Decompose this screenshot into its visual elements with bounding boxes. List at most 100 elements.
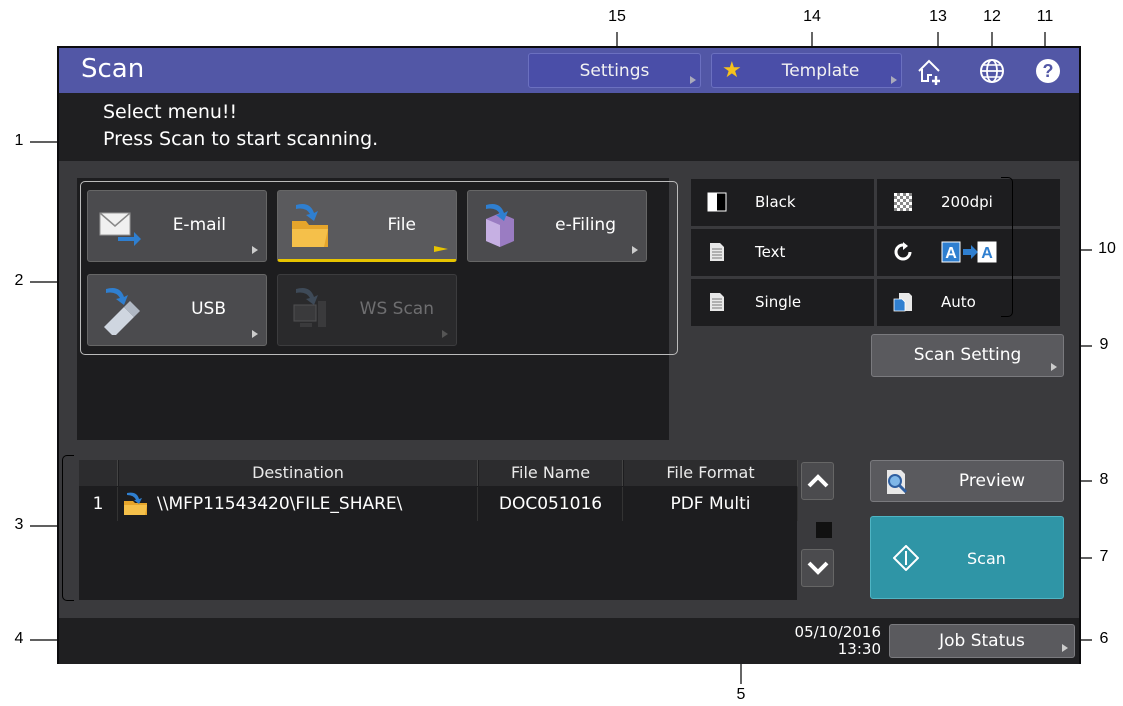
- callout-6: 6: [1099, 630, 1109, 647]
- file-format-value: PDF Multi: [624, 487, 798, 521]
- start-diamond-icon: [893, 545, 919, 571]
- date-time: 05/10/2016 13:30: [795, 624, 881, 658]
- usb-label: USB: [191, 299, 226, 319]
- template-button[interactable]: ★ Template: [711, 53, 902, 88]
- paper-size-icon: [893, 293, 912, 312]
- svg-text:?: ?: [1043, 61, 1054, 81]
- callout-12: 12: [983, 8, 1001, 25]
- scroll-position-indicator: [816, 522, 832, 538]
- email-icon: [99, 212, 141, 246]
- callout-11: 11: [1036, 8, 1054, 25]
- globe-icon[interactable]: [977, 56, 1007, 86]
- efiling-box-icon: [486, 204, 514, 247]
- preview-label: Preview: [958, 471, 1026, 491]
- callout-9: 9: [1099, 336, 1109, 353]
- settings-label: Settings: [579, 60, 650, 81]
- page-title: Scan: [81, 54, 145, 84]
- usb-icon: [104, 288, 140, 335]
- column-header-number: [79, 460, 118, 486]
- template-label: Template: [781, 60, 860, 81]
- file-label: File: [387, 215, 416, 235]
- email-label: E-mail: [172, 215, 226, 235]
- job-status-button[interactable]: Job Status: [889, 624, 1075, 658]
- callout-5: 5: [736, 686, 746, 703]
- usb-button[interactable]: USB: [87, 274, 267, 346]
- job-status-label: Job Status: [939, 631, 1025, 651]
- preview-button[interactable]: Preview: [870, 460, 1064, 502]
- arrow-icon: [632, 246, 638, 254]
- settings-callout-bracket: [1001, 177, 1013, 317]
- message-line-2: Press Scan to start scanning.: [103, 128, 379, 150]
- scroll-down-button[interactable]: [801, 549, 834, 587]
- original-mode-setting: Text: [691, 229, 874, 276]
- home-add-icon[interactable]: [915, 56, 945, 86]
- destination-callout-bracket: [62, 455, 74, 601]
- rotate-icon: [894, 242, 912, 261]
- callout-13: 13: [929, 8, 947, 25]
- help-icon[interactable]: ?: [1033, 56, 1063, 86]
- paper-size-setting: Auto: [877, 279, 1060, 326]
- scroll-up-button[interactable]: [801, 462, 834, 500]
- orientation-icon: A A: [941, 241, 997, 263]
- callout-1: 1: [14, 132, 24, 149]
- file-name-value: DOC051016: [479, 487, 623, 521]
- ws-scan-label: WS Scan: [359, 299, 434, 319]
- scan-screen: Scan Settings ★ Template ? Select menu!!…: [57, 46, 1081, 664]
- chevron-up-icon: [807, 474, 828, 488]
- callout-8: 8: [1099, 471, 1109, 488]
- callout-3: 3: [14, 516, 24, 533]
- callout-10: 10: [1098, 240, 1116, 257]
- arrow-icon: [690, 76, 696, 84]
- resolution-setting: 200dpi: [877, 179, 1060, 226]
- svg-text:A: A: [945, 245, 957, 262]
- arrow-icon: [252, 246, 258, 254]
- scan-label: Scan: [967, 549, 1006, 568]
- efiling-button[interactable]: e-Filing: [467, 190, 647, 262]
- color-mode-value: Black: [755, 193, 796, 211]
- ws-scan-button[interactable]: WS Scan: [277, 274, 457, 346]
- arrow-icon: [1051, 363, 1057, 371]
- original-mode-value: Text: [755, 243, 786, 261]
- paper-size-value: Auto: [941, 293, 976, 311]
- single-sided-icon: [710, 293, 724, 311]
- arrow-icon: [891, 76, 897, 84]
- message-line-1: Select menu!!: [103, 101, 238, 123]
- arrow-icon: [1062, 644, 1068, 652]
- scan-start-button[interactable]: Scan: [870, 516, 1064, 599]
- time-value: 13:30: [837, 640, 881, 658]
- computer-icon: [293, 288, 326, 327]
- date-value: 05/10/2016: [794, 623, 881, 641]
- color-mode-setting: Black: [691, 179, 874, 226]
- message-area: Select menu!! Press Scan to start scanni…: [59, 93, 1079, 161]
- svg-text:A: A: [981, 245, 993, 262]
- callout-15: 15: [608, 8, 626, 25]
- column-header-destination: Destination: [119, 460, 478, 486]
- rotation-setting: A A: [877, 229, 1060, 276]
- callout-7: 7: [1099, 548, 1109, 565]
- title-bar: Scan Settings ★ Template ?: [59, 48, 1079, 93]
- settings-button[interactable]: Settings: [528, 53, 701, 88]
- duplex-setting: Single: [691, 279, 874, 326]
- active-indicator: [434, 246, 448, 252]
- file-button[interactable]: File: [277, 190, 457, 262]
- column-header-file-name: File Name: [479, 460, 623, 486]
- arrow-icon: [442, 330, 448, 338]
- folder-icon: [124, 492, 147, 515]
- black-white-icon: [707, 192, 727, 212]
- arrow-icon: [252, 330, 258, 338]
- resolution-icon: [894, 193, 912, 211]
- folder-icon: [292, 204, 328, 247]
- scan-setting-button[interactable]: Scan Setting: [871, 334, 1064, 377]
- document-icon: [710, 243, 724, 261]
- destination-list: Destination File Name File Format 1 \\MF…: [79, 460, 798, 600]
- callout-14: 14: [803, 8, 821, 25]
- callout-4: 4: [14, 630, 24, 647]
- destination-path: \\MFP11543420\FILE_SHARE\: [151, 487, 478, 521]
- chevron-down-icon: [807, 561, 828, 575]
- duplex-value: Single: [755, 293, 802, 311]
- scan-setting-label: Scan Setting: [913, 345, 1022, 365]
- email-button[interactable]: E-mail: [87, 190, 267, 262]
- resolution-value: 200dpi: [941, 193, 993, 211]
- efiling-label: e-Filing: [555, 215, 616, 235]
- column-header-file-format: File Format: [624, 460, 798, 486]
